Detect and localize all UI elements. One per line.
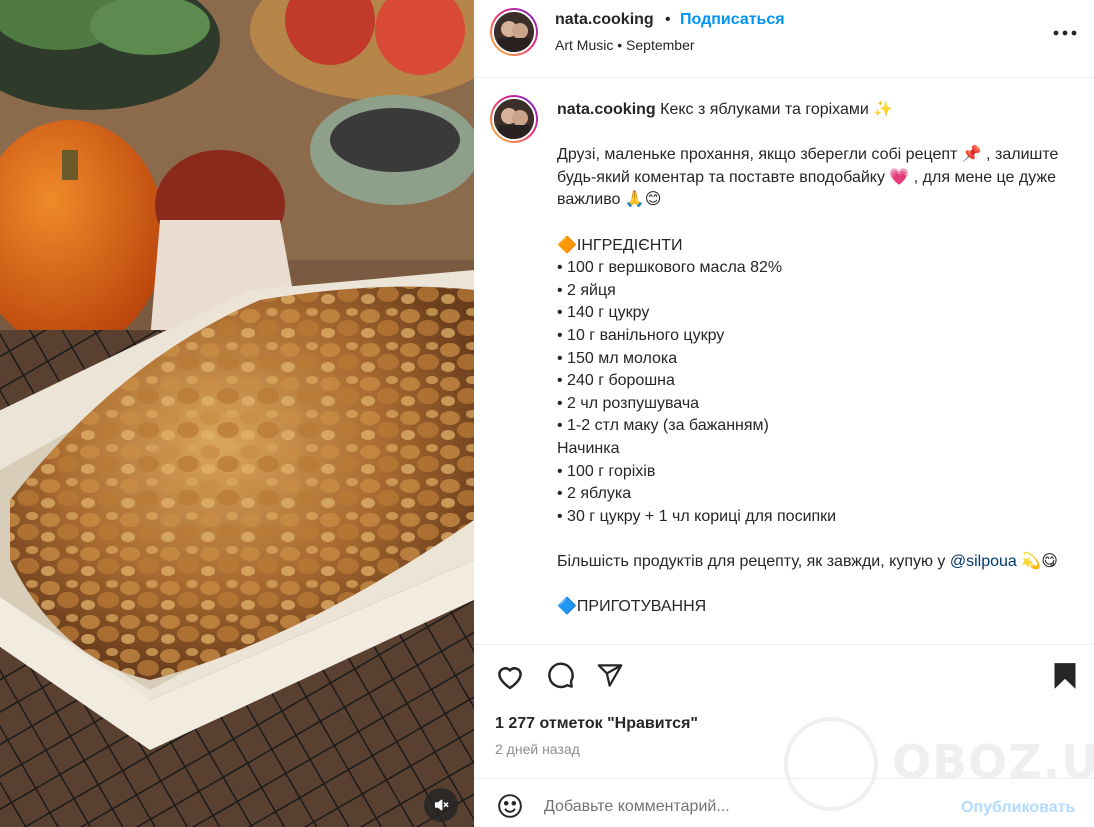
ingredient-item: • 240 г борошна (557, 372, 675, 390)
filling-item: • 100 г горіхів (557, 462, 656, 480)
bookmark-filled-icon (1053, 662, 1077, 695)
comment-bubble-icon (546, 661, 575, 695)
ingredient-item: • 1-2 стл маку (за бажанням) (557, 417, 769, 435)
filling-heading: Начинка (557, 439, 620, 457)
filling-item: • 2 яблука (557, 485, 632, 503)
save-button[interactable] (1048, 661, 1082, 695)
audio-date: September (626, 37, 695, 53)
ingredient-item: • 10 г ванільного цукру (557, 326, 725, 344)
author-username[interactable]: nata.cooking (555, 11, 654, 29)
post-media[interactable] (0, 0, 474, 827)
publish-button[interactable]: Опубликовать (961, 799, 1075, 817)
shopping-note: Більшість продуктів для рецепту, як завж… (557, 552, 950, 570)
post-header: nata.cooking • Подписаться Art Music • S… (474, 0, 1094, 78)
audio-info: Art Music • September (555, 37, 695, 53)
ingredient-item: • 2 яйця (557, 281, 616, 299)
ingredient-item: • 140 г цукру (557, 304, 650, 322)
smiley-icon (497, 793, 523, 824)
author-avatar[interactable] (490, 8, 538, 56)
caption-paragraph: Друзі, маленьке прохання, якщо зберегли … (557, 146, 1063, 209)
ingredient-item: • 2 чл розпушувача (557, 394, 700, 412)
avatar-image (494, 12, 534, 52)
caption-username[interactable]: nata.cooking (557, 101, 656, 118)
caption-title: Кекс з яблуками та горіхами ✨ (660, 101, 894, 118)
more-horizontal-icon (1053, 23, 1077, 41)
ingredient-item: • 150 мл молока (557, 349, 678, 367)
preparation-heading: 🔷ПРИГОТУВАННЯ (557, 598, 707, 616)
speaker-muted-icon (433, 797, 449, 813)
ingredients-heading: 🔶ІНГРЕДІЄНТИ (557, 236, 683, 254)
shopping-note-emoji: 💫😋 (1016, 552, 1058, 570)
follow-button[interactable]: Подписаться (680, 11, 785, 29)
caption-avatar[interactable] (490, 95, 538, 143)
mention-link[interactable]: @silpoua (950, 553, 1017, 570)
comment-button[interactable] (543, 661, 577, 695)
ingredient-item: • 100 г вершкового масла 82% (557, 259, 783, 277)
likes-count[interactable]: 1 277 отметок "Нравится" (495, 715, 698, 733)
heart-icon (495, 662, 525, 695)
paper-plane-icon (596, 662, 624, 694)
mute-button[interactable] (424, 788, 458, 822)
like-button[interactable] (493, 661, 527, 695)
separator-dot: • (665, 11, 671, 28)
avatar-image (494, 99, 534, 139)
audio-separator: • (617, 37, 623, 53)
cake-photo (0, 0, 474, 827)
share-button[interactable] (593, 661, 627, 695)
comment-input[interactable] (544, 798, 944, 816)
comment-box: Опубликовать (474, 778, 1094, 827)
audio-name[interactable]: Art Music (555, 37, 613, 53)
post-panel: nata.cooking • Подписаться Art Music • S… (474, 0, 1094, 827)
post-date[interactable]: 2 дней назад (495, 741, 580, 757)
caption-text: nata.cooking Кекс з яблуками та горіхами… (557, 99, 1077, 619)
emoji-button[interactable] (493, 791, 527, 825)
filling-item: • 30 г цукру + 1 чл кориці для посипки (557, 507, 837, 525)
caption-section: nata.cooking Кекс з яблуками та горіхами… (474, 79, 1094, 644)
more-options-button[interactable] (1051, 20, 1079, 44)
